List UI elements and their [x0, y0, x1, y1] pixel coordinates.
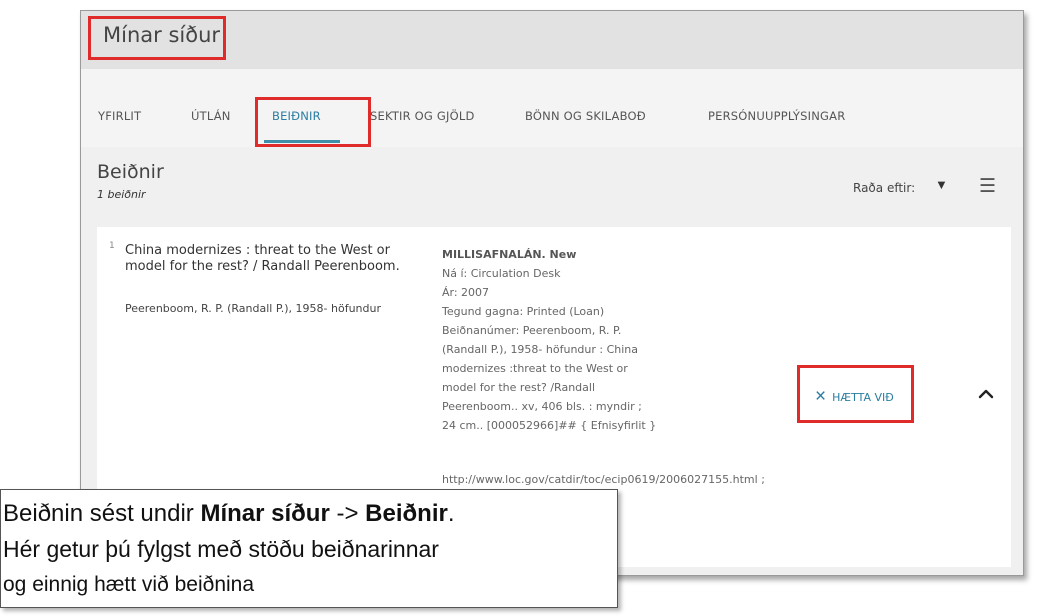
sort-dropdown-caret-icon[interactable]: ▼ — [935, 177, 948, 192]
tab-loans[interactable]: ÚTLÁN — [191, 109, 231, 123]
highlight-box-title — [88, 16, 226, 60]
tab-fines[interactable]: SEKTIR OG GJÖLD — [370, 109, 475, 123]
highlight-box-cancel — [797, 365, 914, 423]
request-status: MILLISAFNALÁN. New — [442, 248, 577, 261]
instruction-callout: Beiðnin sést undir Mínar síður -> Beiðni… — [0, 489, 618, 608]
requests-count: 1 beiðnir — [97, 188, 146, 201]
item-title: China modernizes : threat to the West or… — [125, 243, 400, 274]
callout-line-1: Beiðnin sést undir Mínar síður -> Beiðni… — [3, 500, 455, 527]
request-number-line: model for the rest? /Randall — [442, 381, 596, 394]
request-number-line: (Randall P.), 1958- höfundur : China — [442, 343, 639, 356]
request-number-line: 24 cm.. [000052966]## { Efnisyfirlit } — [442, 419, 657, 432]
material-type: Tegund gagna: Printed (Loan) — [442, 305, 605, 318]
request-details: MILLISAFNALÁN. New Ná í: Circulation Des… — [442, 245, 682, 435]
request-number-line: Peerenboom.. xv, 406 bls. : myndir ; — [442, 400, 642, 413]
tab-blocks-messages[interactable]: BÖNN OG SKILABOÐ — [525, 109, 646, 123]
callout-line-3: og einnig hætt við beiðnina — [3, 573, 255, 596]
item-author: Peerenboom, R. P. (Randall P.), 1958- hö… — [125, 302, 381, 315]
tab-personal-info[interactable]: PERSÓNUUPPLÝSINGAR — [708, 109, 845, 123]
tab-overview[interactable]: YFIRLIT — [98, 109, 141, 123]
publication-year: Ár: 2007 — [442, 286, 490, 299]
request-number-line: modernizes :threat to the West or — [442, 362, 628, 375]
page-header: Mínar síður — [81, 11, 1023, 69]
highlight-box-tab — [255, 97, 371, 147]
toc-url: http://www.loc.gov/catdir/toc/ecip0619/2… — [442, 473, 765, 486]
pickup-location: Ná í: Circulation Desk — [442, 267, 561, 280]
chevron-up-icon[interactable] — [975, 383, 997, 405]
callout-line-2: Hér getur þú fylgst með stöðu beiðnarinn… — [3, 536, 439, 562]
tab-bar: YFIRLIT ÚTLÁN BEIÐNIR SEKTIR OG GJÖLD BÖ… — [81, 69, 1023, 147]
sort-label: Raða eftir: — [853, 181, 916, 195]
requests-heading: Beiðnir — [97, 161, 164, 183]
sort-order-icon[interactable]: ☰ — [979, 175, 996, 198]
item-number: 1 — [109, 241, 115, 251]
request-number-line: Beiðnanúmer: Peerenboom, R. P. — [442, 324, 622, 337]
